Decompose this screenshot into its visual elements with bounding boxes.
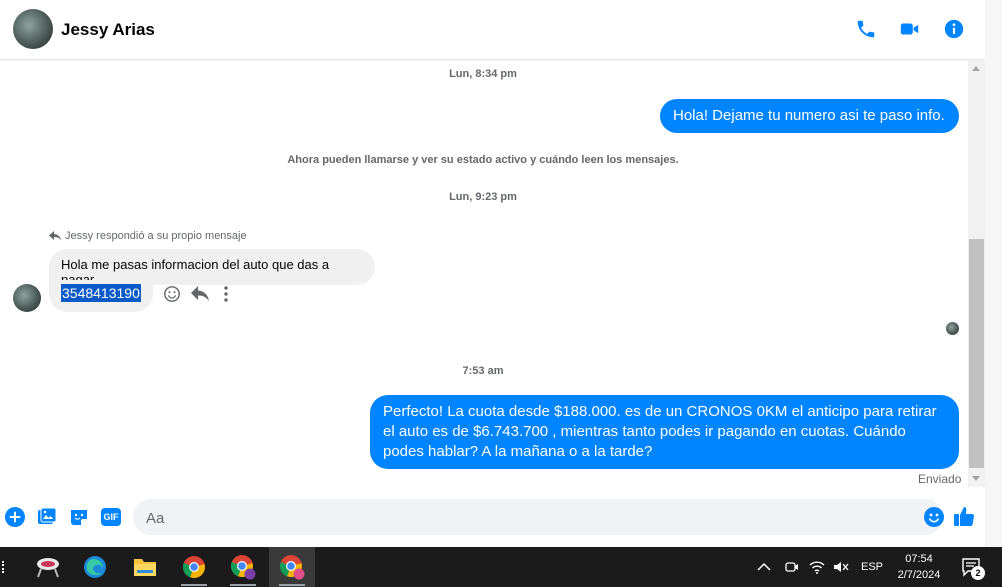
language-indicator[interactable]: ESP bbox=[861, 561, 883, 573]
more-options-icon[interactable] bbox=[219, 285, 233, 303]
scrollbar[interactable] bbox=[968, 60, 985, 487]
video-icon[interactable] bbox=[897, 16, 923, 42]
edge-icon[interactable] bbox=[72, 547, 118, 587]
file-explorer-icon[interactable] bbox=[122, 547, 168, 587]
reply-note: Jessy respondió a su propio mensaje bbox=[49, 230, 247, 242]
meet-now-icon[interactable] bbox=[785, 560, 799, 574]
incoming-message[interactable]: 3548413190 bbox=[49, 280, 153, 312]
chrome-icon[interactable] bbox=[171, 547, 217, 587]
selected-phone-number[interactable]: 3548413190 bbox=[61, 284, 141, 302]
taskbar-edge bbox=[2, 561, 4, 573]
notification-icon[interactable]: 2 bbox=[962, 557, 985, 580]
like-icon[interactable] bbox=[953, 505, 975, 527]
messenger-window: Jessy Arias Lun, 8:34 pm Hola! Dejame tu… bbox=[0, 0, 1002, 547]
contact-name[interactable]: Jessy Arias bbox=[61, 20, 155, 40]
system-tray: ESP bbox=[757, 547, 883, 587]
message-actions bbox=[163, 285, 233, 303]
contact-avatar[interactable] bbox=[13, 9, 53, 49]
reply-icon[interactable] bbox=[191, 286, 209, 302]
windows-taskbar: ESP 07:54 2/7/2024 2 bbox=[0, 547, 1002, 587]
message-status: Enviado bbox=[918, 472, 962, 486]
timestamp: Lun, 9:23 pm bbox=[449, 191, 517, 203]
clock-time: 07:54 bbox=[905, 553, 933, 565]
message-input[interactable]: Aa bbox=[133, 499, 945, 535]
wifi-icon[interactable] bbox=[809, 560, 825, 574]
volume-muted-icon[interactable] bbox=[833, 560, 849, 574]
timestamp: 7:53 am bbox=[462, 365, 504, 377]
notification-count: 2 bbox=[971, 566, 985, 580]
gif-label: GIF bbox=[101, 508, 121, 526]
system-notice: Ahora pueden llamarse y ver su estado ac… bbox=[287, 154, 679, 166]
clock[interactable]: 07:54 2/7/2024 bbox=[890, 551, 948, 583]
chrome-profile-icon[interactable] bbox=[220, 547, 266, 587]
info-icon[interactable] bbox=[941, 16, 967, 42]
message-input-placeholder: Aa bbox=[146, 510, 165, 527]
emoji-icon[interactable] bbox=[923, 506, 945, 533]
sticker-icon[interactable] bbox=[68, 506, 90, 528]
outgoing-message[interactable]: Hola! Dejame tu numero asi te paso info. bbox=[660, 99, 959, 133]
chevron-up-icon[interactable] bbox=[757, 562, 771, 572]
react-emoji-icon[interactable] bbox=[163, 285, 181, 303]
image-icon[interactable] bbox=[36, 506, 58, 528]
clock-date: 2/7/2024 bbox=[897, 569, 941, 581]
plus-icon[interactable] bbox=[4, 506, 26, 528]
outgoing-message[interactable]: Perfecto! La cuota desde $188.000. es de… bbox=[370, 395, 959, 469]
gif-icon[interactable]: GIF bbox=[100, 506, 122, 528]
reply-note-text: Jessy respondió a su propio mensaje bbox=[65, 230, 247, 242]
reply-arrow-icon bbox=[49, 231, 61, 241]
scrollbar-thumb[interactable] bbox=[969, 239, 984, 468]
timestamp: Lun, 8:34 pm bbox=[449, 68, 517, 80]
read-receipt-avatar bbox=[946, 322, 959, 335]
phone-icon[interactable] bbox=[853, 16, 879, 42]
window-edge bbox=[985, 0, 1002, 547]
contact-avatar-small[interactable] bbox=[13, 284, 41, 312]
scroll-down-arrow[interactable] bbox=[972, 476, 980, 481]
chrome-profile-icon[interactable] bbox=[269, 547, 315, 587]
scroll-up-arrow[interactable] bbox=[972, 66, 980, 71]
app-icon[interactable] bbox=[25, 547, 71, 587]
chat-header: Jessy Arias bbox=[0, 0, 985, 60]
composer: GIF Aa bbox=[0, 495, 985, 540]
